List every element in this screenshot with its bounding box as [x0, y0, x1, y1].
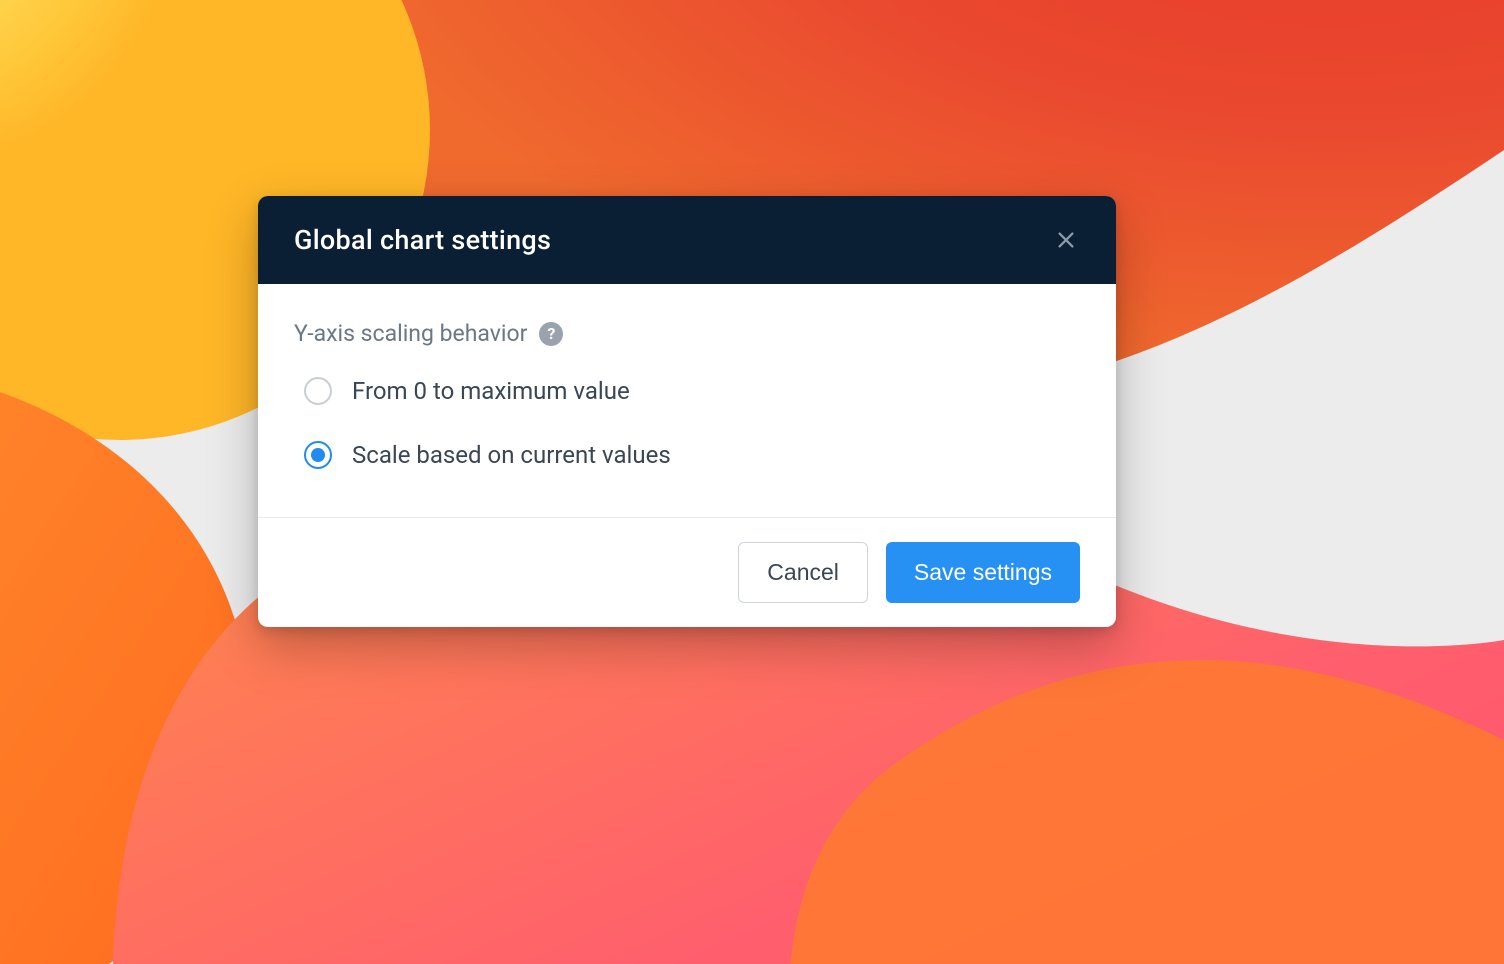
cancel-button[interactable]: Cancel — [738, 542, 868, 603]
modal-title: Global chart settings — [294, 224, 551, 256]
close-button[interactable] — [1052, 226, 1080, 254]
help-icon[interactable]: ? — [539, 322, 563, 346]
save-settings-button[interactable]: Save settings — [886, 542, 1080, 603]
section-label-text: Y-axis scaling behavior — [294, 320, 527, 347]
modal-footer: Cancel Save settings — [258, 517, 1116, 627]
close-icon — [1055, 229, 1077, 251]
radio-option-from-zero[interactable]: From 0 to maximum value — [304, 377, 1080, 405]
global-chart-settings-modal: Global chart settings Y-axis scaling beh… — [258, 196, 1116, 627]
radio-label: Scale based on current values — [352, 441, 671, 469]
radio-indicator — [304, 441, 332, 469]
radio-option-scale-current[interactable]: Scale based on current values — [304, 441, 1080, 469]
radio-indicator — [304, 377, 332, 405]
modal-header: Global chart settings — [258, 196, 1116, 284]
modal-body: Y-axis scaling behavior ? From 0 to maxi… — [258, 284, 1116, 517]
radio-label: From 0 to maximum value — [352, 377, 630, 405]
section-label-row: Y-axis scaling behavior ? — [294, 320, 1080, 347]
y-axis-scaling-radio-group: From 0 to maximum value Scale based on c… — [294, 377, 1080, 469]
radio-dot-selected — [311, 448, 325, 462]
